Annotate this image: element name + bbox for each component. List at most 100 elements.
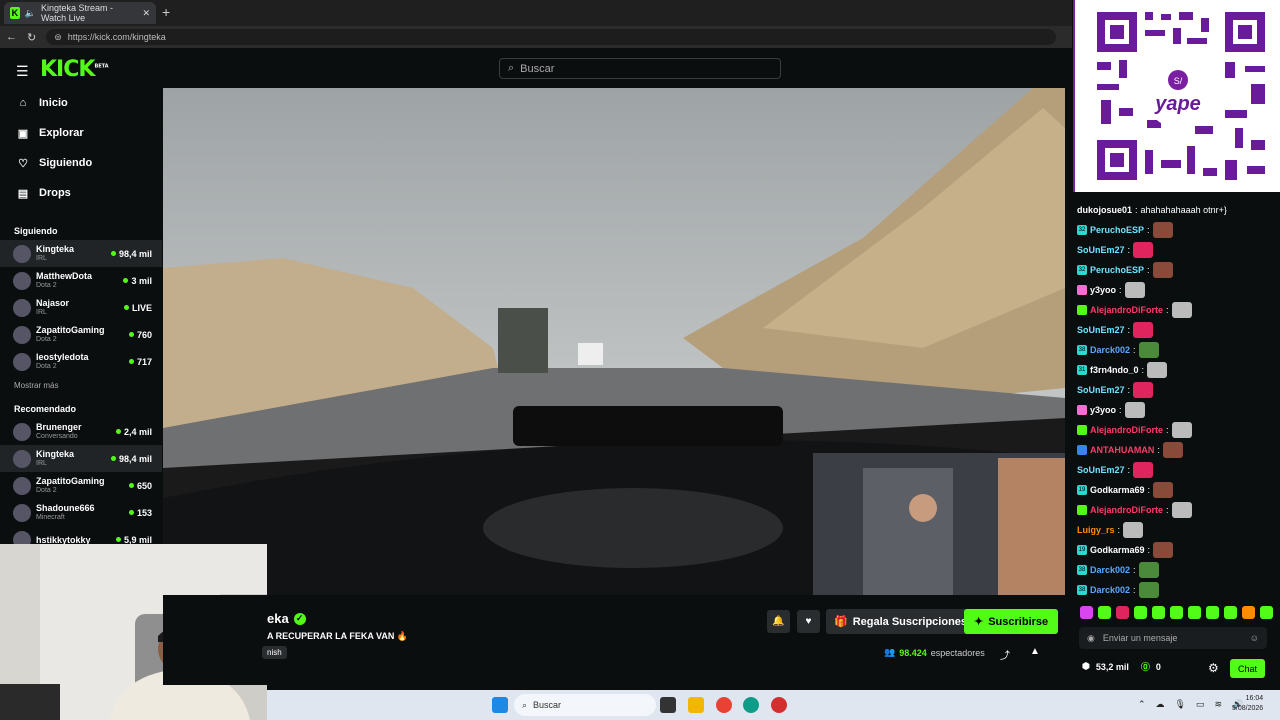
emote-icon[interactable] — [1123, 522, 1144, 538]
chat-username[interactable]: PeruchoESP — [1090, 225, 1144, 235]
chat-message[interactable]: SoUnEm27: — [1077, 320, 1277, 340]
emoji-icon[interactable]: ☺ — [1250, 633, 1259, 643]
emote-icon[interactable] — [1124, 282, 1145, 298]
chat-username[interactable]: AlejandroDiForte — [1090, 305, 1163, 315]
video-player[interactable] — [163, 88, 1065, 595]
app-icon[interactable] — [771, 697, 787, 713]
nav-inicio[interactable]: ⌂ Inicio — [0, 88, 162, 118]
chat-username[interactable]: Darck002 — [1090, 585, 1130, 595]
wifi-icon[interactable]: ≋ — [1215, 699, 1223, 710]
chat-message[interactable]: 32 PeruchoESP: — [1077, 220, 1277, 240]
chat-message[interactable]: 19 Godkarma69: — [1077, 540, 1277, 560]
quick-emote-icon[interactable] — [1242, 606, 1255, 619]
show-more-link[interactable]: Mostrar más — [0, 381, 162, 390]
subscribe-button[interactable]: ✦ Suscribirse — [964, 609, 1059, 634]
cloud-icon[interactable]: ☁ — [1156, 699, 1165, 710]
quick-emote-icon[interactable] — [1170, 606, 1183, 619]
emote-icon[interactable] — [1153, 542, 1174, 558]
share-icon[interactable]: ⤴ — [1000, 647, 1010, 662]
chat-message[interactable]: 38 Darck002: — [1077, 560, 1277, 580]
chat-message[interactable]: dukojosue01: ahahahahaaah otnr+} — [1077, 200, 1277, 220]
follow-button[interactable]: ♥ — [797, 610, 820, 633]
taskbar-clock[interactable]: 16:04 5/08/2026 — [1232, 694, 1263, 714]
edge-icon[interactable] — [743, 697, 759, 713]
chat-username[interactable]: Godkarma69 — [1090, 545, 1145, 555]
search-input[interactable]: ⌕ Buscar — [499, 58, 781, 79]
file-explorer-icon[interactable] — [688, 697, 704, 713]
chat-message[interactable]: AlejandroDiForte: — [1077, 500, 1277, 520]
speaker-icon[interactable]: 🔈 — [25, 8, 36, 19]
gift-subs-button[interactable]: 🎁 Regala Suscripciones — [826, 609, 976, 634]
chat-username[interactable]: SoUnEm27 — [1077, 325, 1125, 335]
emote-icon[interactable] — [1133, 322, 1154, 338]
quick-emote-icon[interactable] — [1206, 606, 1219, 619]
chat-message[interactable]: 31 f3rn4ndo_0: — [1077, 360, 1277, 380]
chat-message[interactable]: 19 Godkarma69: — [1077, 480, 1277, 500]
sidebar-channel[interactable]: Kingteka IRL 98,4 mil — [0, 445, 162, 472]
emote-icon[interactable] — [1133, 242, 1154, 258]
emote-icon[interactable] — [1162, 442, 1183, 458]
chat-message[interactable]: SoUnEm27: — [1077, 460, 1277, 480]
task-view-icon[interactable] — [660, 697, 676, 713]
quick-emote-icon[interactable] — [1260, 606, 1273, 619]
chat-username[interactable]: PeruchoESP — [1090, 265, 1144, 275]
chat-send-button[interactable]: Chat — [1230, 659, 1266, 678]
chat-message[interactable]: AlejandroDiForte: — [1077, 420, 1277, 440]
chat-username[interactable]: SoUnEm27 — [1077, 465, 1125, 475]
sidebar-channel[interactable]: Kingteka IRL 98,4 mil — [0, 240, 162, 267]
chat-username[interactable]: SoUnEm27 — [1077, 385, 1125, 395]
kicks-value[interactable]: 0 — [1156, 662, 1161, 672]
emote-icon[interactable] — [1171, 302, 1192, 318]
chat-username[interactable]: f3rn4ndo_0 — [1090, 365, 1139, 375]
language-tag[interactable]: nish — [262, 646, 287, 659]
emote-icon[interactable] — [1138, 562, 1159, 578]
chat-message[interactable]: y3yoo: — [1077, 400, 1277, 420]
chat-username[interactable]: AlejandroDiForte — [1090, 425, 1163, 435]
quick-emote-icon[interactable] — [1080, 606, 1093, 619]
chat-message[interactable]: AlejandroDiForte: — [1077, 300, 1277, 320]
chat-message[interactable]: ANTAHUAMAN: — [1077, 440, 1277, 460]
gear-icon[interactable]: ⚙ — [1208, 661, 1219, 675]
sidebar-channel[interactable]: leostyledota Dota 2 717 — [0, 348, 162, 375]
emote-icon[interactable] — [1124, 402, 1145, 418]
emote-icon[interactable] — [1133, 382, 1154, 398]
chat-message[interactable]: SoUnEm27: — [1077, 240, 1277, 260]
chat-username[interactable]: y3yoo — [1090, 405, 1116, 415]
emote-icon[interactable] — [1147, 362, 1168, 378]
quick-emote-icon[interactable] — [1188, 606, 1201, 619]
chat-username[interactable]: AlejandroDiForte — [1090, 505, 1163, 515]
emote-icon[interactable] — [1133, 462, 1154, 478]
sidebar-channel[interactable]: Najasor IRL LIVE — [0, 294, 162, 321]
site-info-icon[interactable]: ⊜ — [54, 32, 62, 43]
channel-name[interactable]: eka ✓ — [267, 611, 306, 626]
emote-icon[interactable] — [1138, 342, 1159, 358]
chat-username[interactable]: y3yoo — [1090, 285, 1116, 295]
emote-icon[interactable] — [1171, 502, 1192, 518]
quick-emote-icon[interactable] — [1152, 606, 1165, 619]
chat-username[interactable]: SoUnEm27 — [1077, 245, 1125, 255]
kick-logo[interactable]: KICKBETA — [40, 57, 109, 82]
browser-tab[interactable]: K 🔈 Kingteka Stream - Watch Live ✕ — [4, 2, 156, 24]
chat-message[interactable]: 38 Darck002: — [1077, 580, 1277, 600]
chat-username[interactable]: Luigy_rs — [1077, 525, 1115, 535]
emote-icon[interactable] — [1138, 582, 1159, 598]
chevron-up-icon[interactable]: ⌃ — [1138, 699, 1146, 710]
url-field[interactable]: ⊜ https://kick.com/kingteka — [46, 29, 1057, 45]
nav-siguiendo[interactable]: ♡ Siguiendo — [0, 148, 162, 178]
nav-explorar[interactable]: ▣ Explorar — [0, 118, 162, 148]
new-tab-button[interactable]: + — [162, 4, 170, 20]
chat-message[interactable]: y3yoo: — [1077, 280, 1277, 300]
points-value[interactable]: 53,2 mil — [1096, 662, 1129, 672]
report-icon[interactable]: ▲ — [1030, 646, 1040, 657]
chat-message[interactable]: 32 PeruchoESP: — [1077, 260, 1277, 280]
sidebar-channel[interactable]: ZapatitoGaming Dota 2 650 — [0, 472, 162, 499]
microphone-icon[interactable]: 🎙 — [1175, 699, 1186, 710]
quick-emote-icon[interactable] — [1116, 606, 1129, 619]
quick-emote-icon[interactable] — [1134, 606, 1147, 619]
chat-username[interactable]: Godkarma69 — [1090, 485, 1145, 495]
reload-icon[interactable]: ↻ — [27, 31, 36, 44]
chat-message[interactable]: 38 Darck002: — [1077, 340, 1277, 360]
sidebar-channel[interactable]: Shadoune666 Minecraft 153 — [0, 499, 162, 526]
windows-start-icon[interactable] — [492, 697, 508, 713]
notification-bell-button[interactable]: 🔔 — [767, 610, 790, 633]
